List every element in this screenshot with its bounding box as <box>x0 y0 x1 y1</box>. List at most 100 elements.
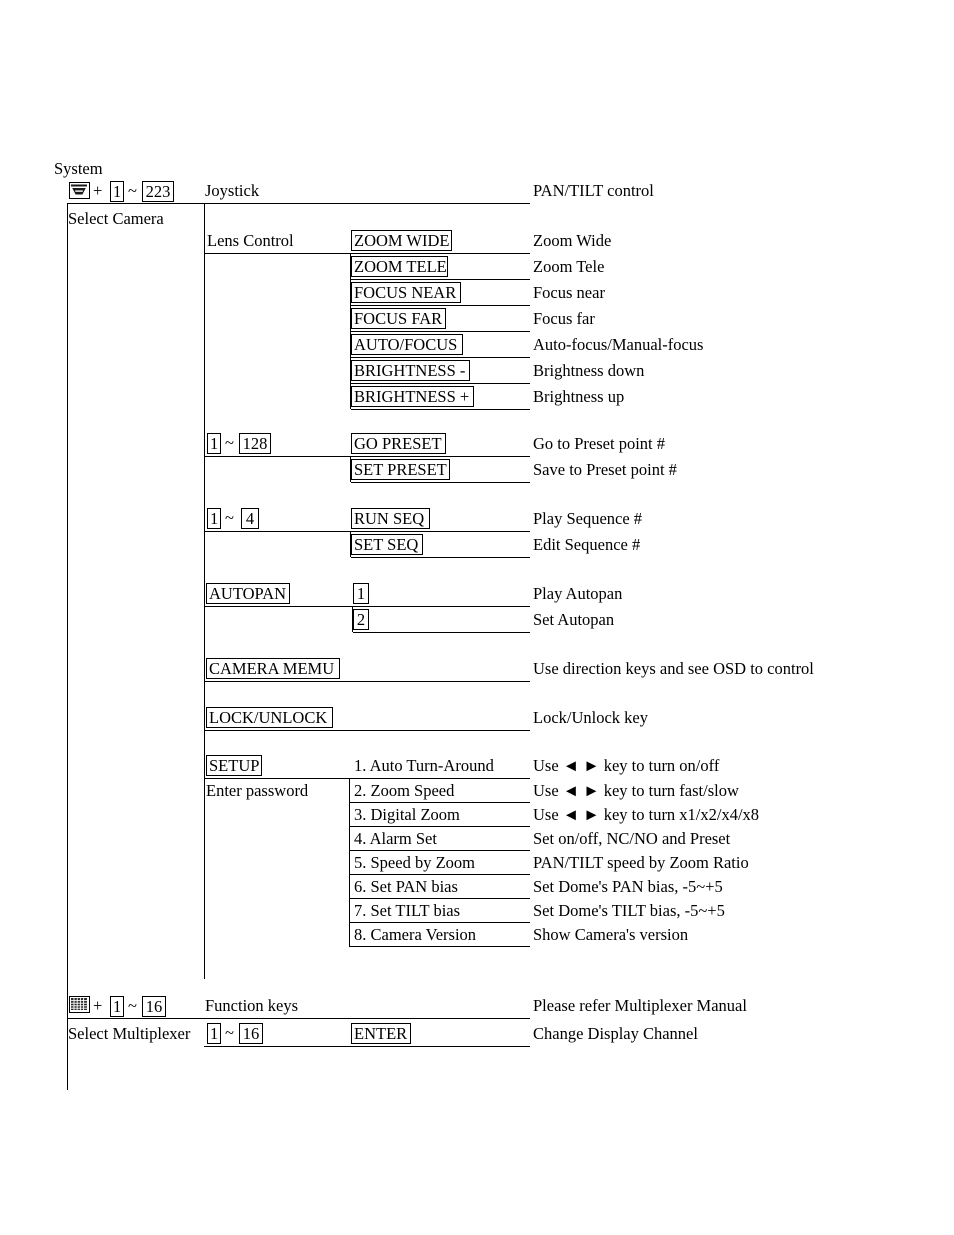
setup-key-6[interactable]: 7. Set TILT bias <box>354 901 460 920</box>
select-camera-label: Select Camera <box>68 209 164 228</box>
lock-unlock-desc: Lock/Unlock key <box>533 708 649 727</box>
setup-key-4[interactable]: 5. Speed by Zoom <box>354 853 475 872</box>
preset-range-from: 1 <box>207 433 221 454</box>
rule-preset-0 <box>204 456 530 457</box>
rule-setup-3 <box>349 850 530 851</box>
camera-range-to: 223 <box>142 181 174 202</box>
setup-desc-3: Set on/off, NC/NO and Preset <box>533 829 731 848</box>
joystick-description: PAN/TILT control <box>533 181 654 200</box>
lens-desc-brightness-up: Brightness up <box>533 387 625 406</box>
tilde-channel: ~ <box>225 1023 234 1042</box>
plus-sign-camera: + <box>93 181 103 200</box>
lens-desc-zoom-tele: Zoom Tele <box>533 257 605 276</box>
rule-autopan-0 <box>204 606 530 607</box>
lens-desc-focus-near: Focus near <box>533 283 605 302</box>
select-multiplexer-label: Select Multiplexer <box>68 1024 191 1043</box>
lens-control-label: Lens Control <box>207 231 294 250</box>
rule-setup-5 <box>349 898 530 899</box>
setup-label[interactable]: SETUP <box>206 755 262 776</box>
left-spine-rule <box>67 203 68 1090</box>
multiplexer-range-from: 1 <box>110 996 124 1017</box>
setup-key-2[interactable]: 3. Digital Zoom <box>354 805 460 824</box>
tilde-multiplexer: ~ <box>128 996 137 1015</box>
setup-desc-0: Use ◄ ► key to turn on/off <box>533 756 720 775</box>
tilde-sequence: ~ <box>225 508 234 527</box>
sequence-range-to: 4 <box>241 508 259 529</box>
rule-joystick <box>67 203 530 204</box>
sequence-range-from: 1 <box>207 508 221 529</box>
enter-password-label: Enter password <box>206 781 309 800</box>
lens-key-brightness-down[interactable]: BRIGHTNESS - <box>351 360 470 381</box>
rule-preset-1 <box>351 482 530 483</box>
camera-branch-rule <box>204 204 205 979</box>
lens-desc-focus-far: Focus far <box>533 309 595 328</box>
rule-function-keys <box>67 1018 530 1019</box>
rule-sequence-0 <box>204 531 530 532</box>
rule-setup-6 <box>349 922 530 923</box>
setup-key-1[interactable]: 2. Zoom Speed <box>354 781 454 800</box>
rule-lens-6 <box>351 409 530 410</box>
enter-key-button[interactable]: ENTER <box>351 1023 411 1044</box>
dome-camera-icon <box>69 182 90 199</box>
sequence-desc-set: Edit Sequence # <box>533 535 641 554</box>
rule-lock-unlock <box>204 730 530 731</box>
setup-desc-5: Set Dome's PAN bias, -5~+5 <box>533 877 723 896</box>
rule-setup-1 <box>349 802 530 803</box>
lens-column-rule <box>350 253 351 409</box>
multiplexer-grid-icon <box>69 996 90 1013</box>
system-label: System <box>54 159 103 178</box>
rule-lens-4 <box>351 357 530 358</box>
preset-range-to: 128 <box>239 433 271 454</box>
preset-key-set[interactable]: SET PRESET <box>351 459 450 480</box>
function-keys-label: Function keys <box>205 996 299 1015</box>
preset-desc-go: Go to Preset point # <box>533 434 665 453</box>
preset-desc-set: Save to Preset point # <box>533 460 677 479</box>
setup-desc-6: Set Dome's TILT bias, -5~+5 <box>533 901 725 920</box>
preset-key-go[interactable]: GO PRESET <box>351 433 446 454</box>
setup-desc-4: PAN/TILT speed by Zoom Ratio <box>533 853 749 872</box>
lens-desc-auto-focus: Auto-focus/Manual-focus <box>533 335 704 354</box>
rule-channel <box>204 1046 530 1047</box>
camera-menu-desc: Use direction keys and see OSD to contro… <box>533 659 814 678</box>
setup-column-rule <box>349 778 350 946</box>
manual-page: System + 1 ~ 223 Joystick PAN/TILT contr… <box>0 0 954 1235</box>
setup-key-0[interactable]: 1. Auto Turn-Around <box>354 756 494 775</box>
rule-lens-2 <box>351 305 530 306</box>
sequence-desc-run: Play Sequence # <box>533 509 643 528</box>
lens-key-zoom-wide[interactable]: ZOOM WIDE <box>351 230 452 251</box>
lens-key-zoom-tele[interactable]: ZOOM TELE <box>351 256 448 277</box>
sequence-column-rule <box>350 531 351 557</box>
autopan-key-1[interactable]: 1 <box>353 583 369 604</box>
setup-key-7[interactable]: 8. Camera Version <box>354 925 476 944</box>
lens-key-brightness-up[interactable]: BRIGHTNESS + <box>351 386 474 407</box>
sequence-key-set[interactable]: SET SEQ <box>351 534 423 555</box>
lens-key-focus-far[interactable]: FOCUS FAR <box>351 308 446 329</box>
preset-column-rule <box>350 456 351 482</box>
autopan-desc-set: Set Autopan <box>533 610 615 629</box>
camera-menu-label[interactable]: CAMERA MEMU <box>206 658 340 679</box>
setup-key-5[interactable]: 6. Set PAN bias <box>354 877 458 896</box>
lens-key-auto-focus[interactable]: AUTO/FOCUS <box>351 334 463 355</box>
rule-lens-0 <box>204 253 530 254</box>
sequence-key-run[interactable]: RUN SEQ <box>351 508 430 529</box>
lens-desc-brightness-down: Brightness down <box>533 361 645 380</box>
function-keys-desc: Please refer Multiplexer Manual <box>533 996 747 1015</box>
lens-key-focus-near[interactable]: FOCUS NEAR <box>351 282 461 303</box>
autopan-label[interactable]: AUTOPAN <box>206 583 290 604</box>
setup-key-3[interactable]: 4. Alarm Set <box>354 829 437 848</box>
rule-setup-0 <box>204 778 530 779</box>
rule-setup-2 <box>349 826 530 827</box>
rule-lens-3 <box>351 331 530 332</box>
rule-autopan-1 <box>353 632 530 633</box>
rule-sequence-1 <box>351 557 530 558</box>
autopan-desc-play: Play Autopan <box>533 584 623 603</box>
plus-sign-multiplexer: + <box>93 996 103 1015</box>
channel-range-to: 16 <box>239 1023 263 1044</box>
joystick-action: Joystick <box>205 181 260 200</box>
rule-setup-4 <box>349 874 530 875</box>
autopan-key-2[interactable]: 2 <box>353 609 369 630</box>
lock-unlock-label[interactable]: LOCK/UNLOCK <box>206 707 333 728</box>
tilde-preset: ~ <box>225 433 234 452</box>
channel-range-from: 1 <box>207 1023 221 1044</box>
rule-camera-menu <box>204 681 530 682</box>
